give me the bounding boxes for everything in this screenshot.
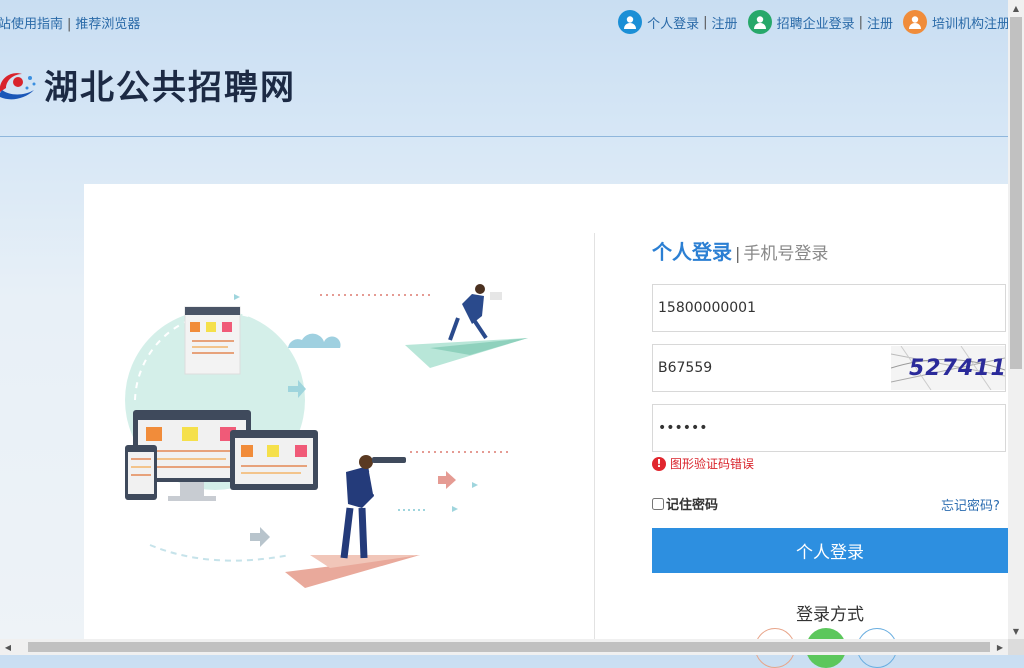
remember-checkbox[interactable]	[652, 497, 664, 510]
forgot-password-link[interactable]: 忘记密码?	[941, 495, 1000, 514]
horizontal-scrollbar[interactable]: ◀ ▶	[0, 639, 1024, 655]
company-login-group: 招聘企业登录 | 注册	[747, 10, 893, 34]
error-message: ! 图形验证码错误	[652, 455, 754, 472]
login-tabs: 个人登录 | 手机号登录	[652, 236, 828, 265]
horizontal-scroll-thumb[interactable]	[28, 642, 990, 652]
captcha-text: 527411	[909, 356, 1005, 381]
captcha-image[interactable]: 527411	[891, 346, 1005, 390]
vertical-scrollbar[interactable]: ▲ ▼	[1008, 0, 1024, 639]
separator: |	[67, 17, 72, 32]
scroll-up-icon[interactable]: ▲	[1008, 0, 1024, 16]
remember-label: 记住密码	[666, 498, 719, 513]
training-register-group: 培训机构注册	[902, 10, 1010, 34]
top-right-links: 个人登录 | 注册 招聘企业登录 | 注册 培训机构注册	[608, 10, 1010, 34]
header-divider	[0, 136, 1008, 137]
password-field[interactable]	[652, 404, 1006, 452]
scroll-left-icon[interactable]: ◀	[0, 639, 16, 655]
tab-separator: |	[735, 244, 741, 263]
scroll-down-icon[interactable]: ▼	[1008, 623, 1024, 639]
company-user-icon	[747, 10, 772, 34]
captcha-field[interactable]: 527411	[652, 344, 1006, 392]
login-methods-title: 登录方式	[796, 605, 864, 625]
top-left-links: 站使用指南 | 推荐浏览器	[0, 13, 140, 32]
training-register-link[interactable]: 培训机构注册	[932, 13, 1010, 32]
training-user-icon	[902, 10, 927, 34]
separator: |	[703, 14, 708, 30]
password-input[interactable]	[653, 405, 893, 451]
captcha-input[interactable]	[653, 345, 893, 391]
error-icon: !	[652, 456, 666, 471]
phone-input[interactable]	[653, 285, 893, 331]
personal-login-button[interactable]: 个人登录	[652, 528, 1008, 573]
company-login-link[interactable]: 招聘企业登录	[777, 13, 855, 32]
recommended-browser-link[interactable]: 推荐浏览器	[75, 17, 140, 32]
phone-field[interactable]	[652, 284, 1006, 332]
top-bar: 站使用指南 | 推荐浏览器 个人登录 | 注册 招聘企业登录 | 注册 培训机构注册	[0, 0, 1010, 44]
tab-personal-login[interactable]: 个人登录	[652, 240, 732, 264]
user-icon	[618, 10, 643, 34]
personal-register-link[interactable]: 注册	[712, 13, 738, 32]
personal-login-link[interactable]: 个人登录	[647, 13, 699, 32]
separator: |	[858, 14, 863, 30]
scroll-right-icon[interactable]: ▶	[992, 639, 1008, 655]
illustration	[125, 284, 528, 588]
remember-password[interactable]: 记住密码	[652, 494, 718, 513]
logo-mark-icon	[0, 62, 40, 108]
vertical-scroll-thumb[interactable]	[1010, 17, 1022, 369]
scrollbar-corner	[1008, 639, 1024, 655]
company-register-link[interactable]: 注册	[867, 13, 893, 32]
vertical-divider	[594, 233, 595, 643]
site-guide-link[interactable]: 站使用指南	[0, 17, 63, 32]
site-logo[interactable]: 湖北公共招聘网	[0, 60, 296, 109]
site-title: 湖北公共招聘网	[44, 68, 296, 108]
personal-login-group: 个人登录 | 注册	[618, 10, 738, 34]
error-text: 图形验证码错误	[670, 457, 755, 471]
tab-phone-login[interactable]: 手机号登录	[743, 244, 828, 264]
